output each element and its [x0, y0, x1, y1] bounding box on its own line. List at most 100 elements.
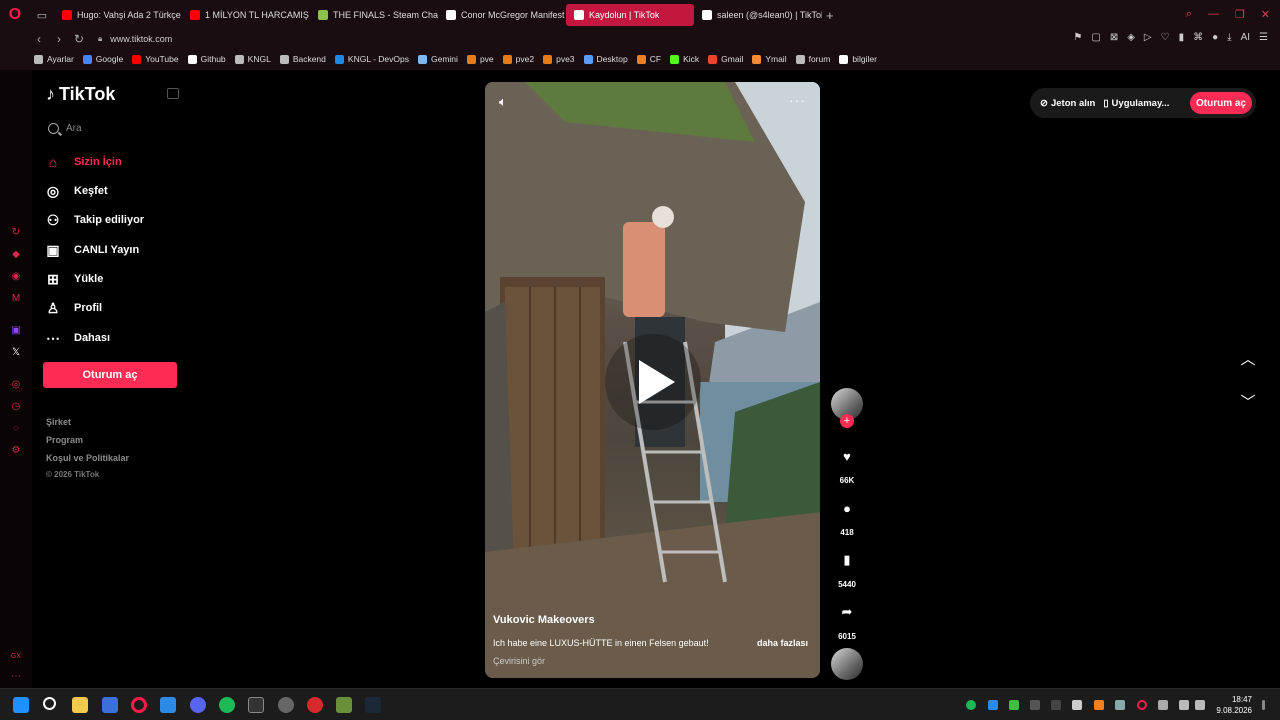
- back-icon[interactable]: ‹: [30, 32, 48, 46]
- music-disc-avatar[interactable]: [831, 648, 863, 680]
- tray-cloudflare-icon[interactable]: [1094, 700, 1104, 710]
- extensions-icon[interactable]: ⚑: [1073, 32, 1082, 43]
- header-login-button[interactable]: Oturum aç: [1189, 92, 1252, 114]
- translate-link[interactable]: Çevirisini gör: [493, 656, 545, 666]
- steam-icon[interactable]: [365, 697, 381, 713]
- url-field[interactable]: www.tiktok.com: [110, 34, 172, 44]
- bookmark-item[interactable]: bilgiler: [839, 54, 877, 64]
- nav-item-following[interactable]: ⚇ Takip ediliyor: [44, 207, 184, 233]
- history-icon[interactable]: ◷: [10, 400, 22, 412]
- tiktok-logo[interactable]: ♪ TikTok: [46, 84, 115, 105]
- bookmark-item[interactable]: Google: [82, 54, 123, 64]
- see-more-link[interactable]: daha fazlası: [757, 638, 808, 648]
- tray-app-icon[interactable]: [1072, 700, 1082, 710]
- video-author[interactable]: Vukovic Makeovers: [493, 614, 595, 626]
- play-button[interactable]: [623, 352, 683, 412]
- previous-video-icon[interactable]: ︿: [1238, 348, 1258, 368]
- tray-app-icon[interactable]: [1051, 700, 1061, 710]
- bookmark-item[interactable]: Github: [187, 54, 226, 64]
- puzzle-icon[interactable]: ⌘: [1193, 32, 1203, 43]
- volume-icon[interactable]: [1195, 700, 1205, 710]
- heart-icon[interactable]: ♡: [1161, 32, 1170, 43]
- speed-dial-icon[interactable]: ↻: [10, 226, 22, 238]
- comment-icon[interactable]: ●: [837, 498, 857, 518]
- bookmark-item[interactable]: pve2: [502, 54, 534, 64]
- discord-icon[interactable]: [190, 697, 206, 713]
- download-icon[interactable]: ⤓: [1227, 32, 1231, 43]
- bookmark-item[interactable]: CF: [636, 54, 661, 64]
- taskbar-clock[interactable]: 18:47 9.08.2026: [1216, 694, 1252, 716]
- bookmark-item[interactable]: Gmail: [708, 54, 743, 64]
- maximize-icon[interactable]: ❐: [1235, 8, 1245, 21]
- browser-tab[interactable]: Hugo: Vahşi Ada 2 Türkçe: [54, 4, 182, 26]
- spotify-icon[interactable]: [219, 697, 235, 713]
- bookmark-icon[interactable]: ▮: [837, 550, 857, 570]
- ai-icon[interactable]: AI: [1241, 32, 1250, 43]
- browser-tab[interactable]: THE FINALS - Steam Chart: [310, 4, 438, 26]
- lock-icon[interactable]: 🔒︎: [98, 34, 102, 44]
- nav-item-more[interactable]: ⋯ Dahası: [44, 325, 184, 351]
- bookmark-item[interactable]: pve3: [543, 54, 575, 64]
- profile-icon[interactable]: ●: [1212, 32, 1218, 43]
- tray-app-icon[interactable]: [988, 700, 998, 710]
- tray-opera-icon[interactable]: [1137, 700, 1147, 710]
- volume-icon[interactable]: 🔈︎: [499, 94, 507, 110]
- reload-icon[interactable]: ↻: [70, 32, 88, 46]
- bookmark-item[interactable]: forum: [795, 54, 830, 64]
- opera-gx-icon[interactable]: [131, 697, 147, 713]
- forward-icon[interactable]: ›: [50, 32, 68, 46]
- share-icon[interactable]: ➦: [837, 602, 857, 622]
- show-desktop-button[interactable]: [1262, 700, 1265, 710]
- tray-spotify-icon[interactable]: [966, 700, 976, 710]
- minimize-icon[interactable]: —: [1208, 8, 1219, 21]
- nav-item-live[interactable]: ▣ CANLI Yayın: [44, 237, 184, 263]
- nav-item-upload[interactable]: ⊞ Yükle: [44, 266, 184, 292]
- terminal-icon[interactable]: [248, 697, 264, 713]
- bookmark-item[interactable]: Backend: [279, 54, 326, 64]
- video-player[interactable]: 🔈︎ ··· Vukovic Makeovers Ich habe eine L…: [485, 82, 820, 678]
- tray-app-icon[interactable]: [1030, 700, 1040, 710]
- windows-start-icon[interactable]: [13, 697, 29, 713]
- bookmark-item[interactable]: Ymail: [752, 54, 787, 64]
- twitch-icon[interactable]: ▣: [10, 324, 22, 336]
- tray-app-icon[interactable]: [1009, 700, 1019, 710]
- search-tabs-icon[interactable]: ⌕: [1186, 8, 1192, 21]
- bookmark-item[interactable]: Ayarlar: [34, 54, 74, 64]
- gx-icon[interactable]: GX: [10, 650, 22, 662]
- file-explorer-icon[interactable]: [72, 697, 88, 713]
- menu-icon[interactable]: ☰: [1259, 32, 1268, 43]
- tray-steam-icon[interactable]: [1115, 700, 1125, 710]
- browser-tab[interactable]: Conor McGregor Manifest: [438, 4, 566, 26]
- sidebar-more-icon[interactable]: ⋯: [10, 670, 22, 682]
- app-icon[interactable]: [278, 697, 294, 713]
- bookmark-item[interactable]: KNGL: [234, 54, 271, 64]
- next-video-icon[interactable]: ﹀: [1238, 391, 1258, 411]
- search-input[interactable]: Ara: [44, 117, 179, 139]
- workspace-icon[interactable]: ▭: [30, 0, 54, 30]
- bookmark-item[interactable]: pve: [466, 54, 494, 64]
- footer-link-company[interactable]: Şirket: [46, 417, 71, 427]
- bookmark-item[interactable]: Kick: [670, 54, 699, 64]
- nav-item-explore[interactable]: ◎ Keşfet: [44, 178, 184, 204]
- bookmark-item[interactable]: KNGL - DevOps: [334, 54, 409, 64]
- vpn-icon[interactable]: ◈: [1127, 32, 1135, 43]
- bar-icon[interactable]: ▮: [1179, 32, 1185, 43]
- app-icon[interactable]: [102, 697, 118, 713]
- get-coins-button[interactable]: ⊘ Jeton alın: [1040, 98, 1095, 109]
- browser-tab[interactable]: 1 MİLYON TL HARCAMIŞ O: [182, 4, 310, 26]
- get-app-button[interactable]: ▯ Uygulamay...: [1103, 98, 1169, 109]
- aria-icon[interactable]: ◆: [10, 248, 22, 260]
- search-icon[interactable]: [43, 697, 56, 710]
- login-button[interactable]: Oturum aç: [43, 362, 177, 388]
- collapse-sidebar-icon[interactable]: [167, 88, 179, 99]
- player-icon[interactable]: ◎: [10, 378, 22, 390]
- close-icon[interactable]: ✕: [1261, 8, 1270, 21]
- bookmark-item[interactable]: Gemini: [418, 54, 458, 64]
- x-icon[interactable]: 𝕏: [10, 346, 22, 358]
- browser-tab[interactable]: saleen (@s4lean0) | TikTok: [694, 4, 822, 26]
- nav-item-for-you[interactable]: ⌂ Sizin İçin: [44, 149, 184, 175]
- microphone-icon[interactable]: [1158, 700, 1168, 710]
- new-tab-button[interactable]: +: [826, 8, 834, 23]
- like-icon[interactable]: ♥: [837, 446, 857, 466]
- nav-item-profile[interactable]: ♙ Profil: [44, 295, 184, 321]
